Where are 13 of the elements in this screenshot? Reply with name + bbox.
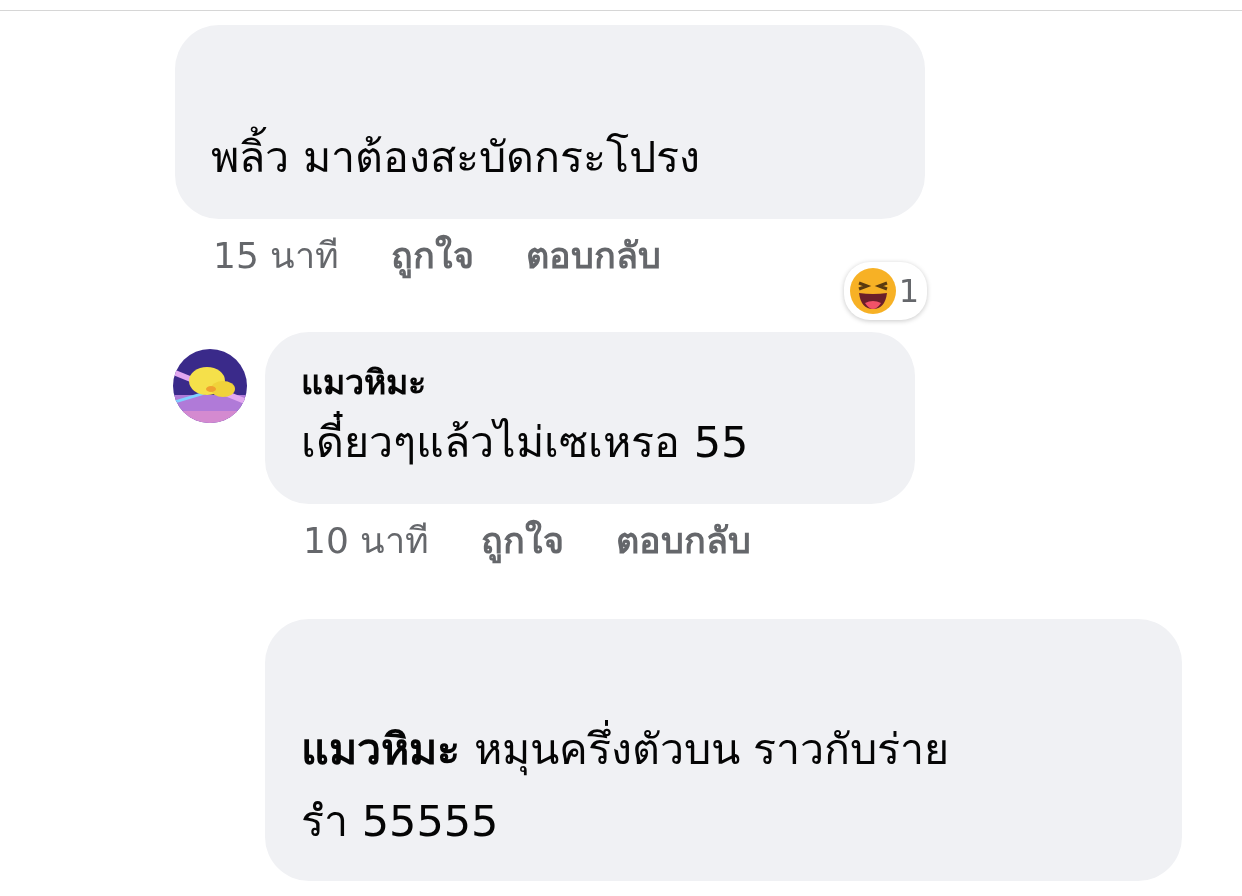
commenter-name[interactable]: แมวหิมะ	[301, 358, 879, 406]
reaction-badge[interactable]: 1	[843, 262, 927, 320]
reaction-count: 1	[898, 272, 919, 310]
like-link[interactable]: ถูกใจ	[481, 512, 565, 569]
comment-time: 10 นาที	[303, 519, 430, 563]
comment-time: 15 นาที	[213, 234, 340, 278]
comment-text: เดี๋ยวๆแล้วไม่เซเหรอ 55	[301, 406, 879, 478]
like-link[interactable]: ถูกใจ	[391, 227, 475, 284]
reply-link[interactable]: ตอบกลับ	[526, 227, 662, 284]
laughing-emoji-icon	[848, 267, 897, 315]
comment-text: พลิ้ว มาต้องสะบัดกระโปรง	[211, 121, 889, 193]
comment-text: แมวหิมะ หมุนครึ่งตัวบน ราวกับร่าย รำ 55555	[301, 713, 1146, 857]
reply-link[interactable]: ตอบกลับ	[616, 512, 752, 569]
